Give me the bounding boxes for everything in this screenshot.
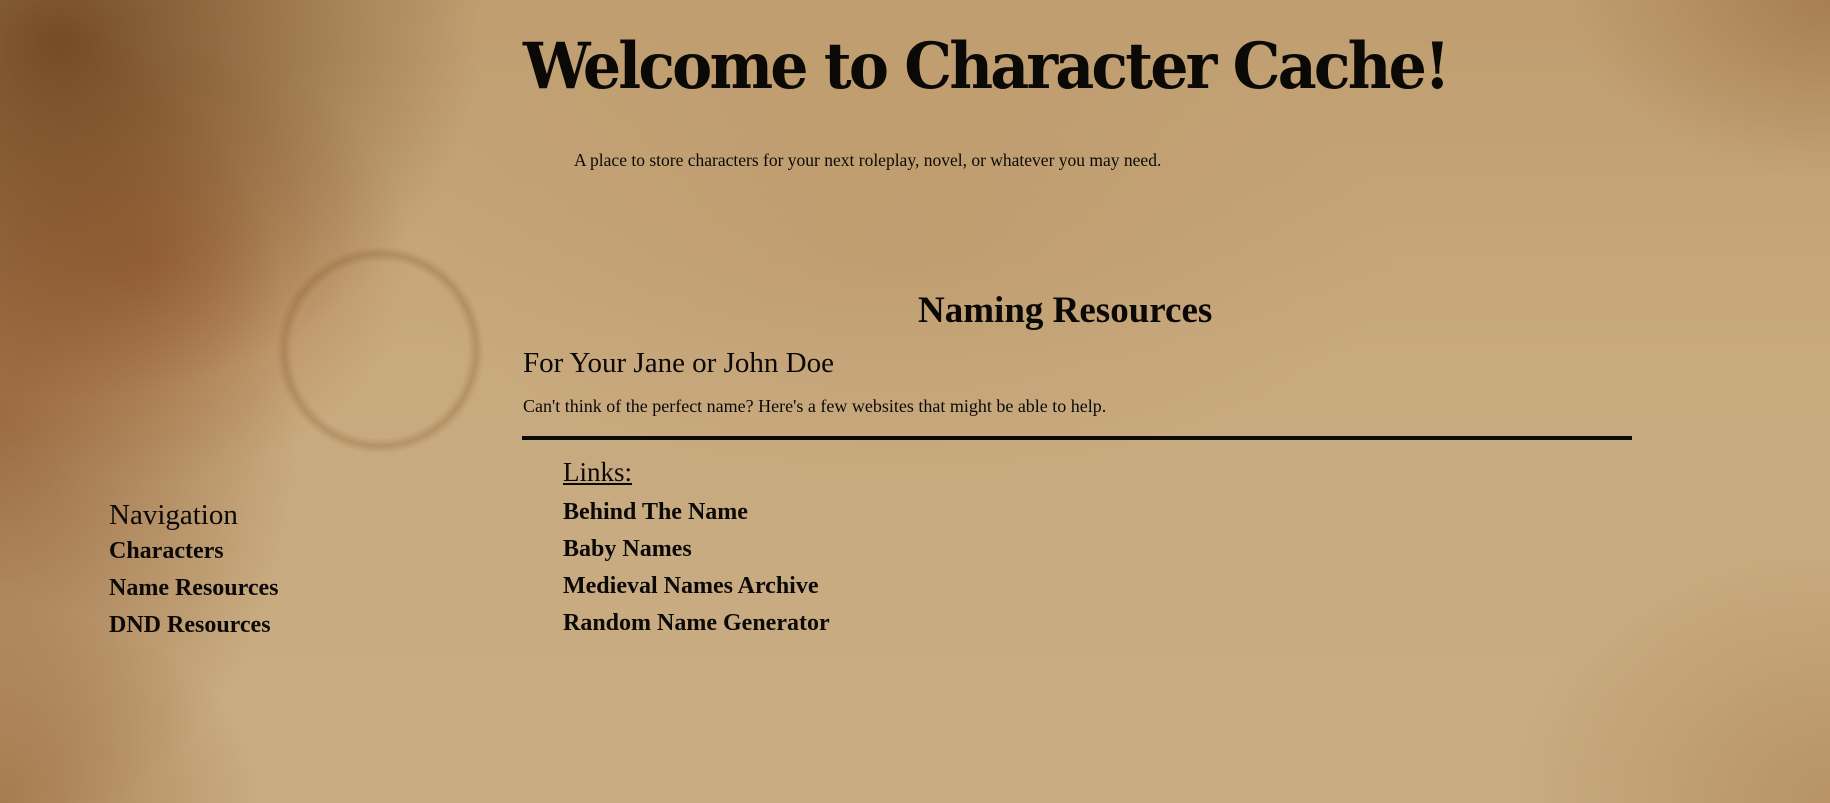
link-random-name-generator[interactable]: Random Name Generator bbox=[563, 610, 830, 636]
site-title: Welcome to Character Cache! bbox=[523, 29, 1450, 104]
navigation-list: Characters Name Resources DND Resources bbox=[109, 538, 279, 649]
nav-item-name-resources: Name Resources bbox=[109, 575, 279, 612]
section-intro: Can't think of the perfect name? Here's … bbox=[523, 396, 1107, 416]
site-tagline: A place to store characters for your nex… bbox=[574, 150, 1162, 170]
section-subheading: For Your Jane or John Doe bbox=[523, 347, 834, 379]
nav-item-dnd-resources: DND Resources bbox=[109, 612, 279, 649]
resource-link-item: Baby Names bbox=[563, 536, 830, 573]
nav-link-dnd-resources[interactable]: DND Resources bbox=[109, 612, 271, 638]
resource-link-item: Random Name Generator bbox=[563, 610, 830, 647]
nav-link-name-resources[interactable]: Name Resources bbox=[109, 575, 279, 601]
link-baby-names[interactable]: Baby Names bbox=[563, 536, 692, 562]
links-heading: Links: bbox=[563, 457, 633, 487]
resource-links-list: Behind The Name Baby Names Medieval Name… bbox=[563, 499, 830, 647]
nav-link-characters[interactable]: Characters bbox=[109, 538, 224, 564]
resource-link-item: Behind The Name bbox=[563, 499, 830, 536]
side-navigation: Navigation Characters Name Resources DND… bbox=[109, 499, 279, 649]
link-medieval-names-archive[interactable]: Medieval Names Archive bbox=[563, 573, 819, 599]
nav-item-characters: Characters bbox=[109, 538, 279, 575]
link-behind-the-name[interactable]: Behind The Name bbox=[563, 499, 748, 525]
section-divider bbox=[522, 436, 1632, 440]
section-heading: Naming Resources bbox=[918, 290, 1213, 331]
resource-link-item: Medieval Names Archive bbox=[563, 573, 830, 610]
navigation-title: Navigation bbox=[109, 499, 238, 531]
